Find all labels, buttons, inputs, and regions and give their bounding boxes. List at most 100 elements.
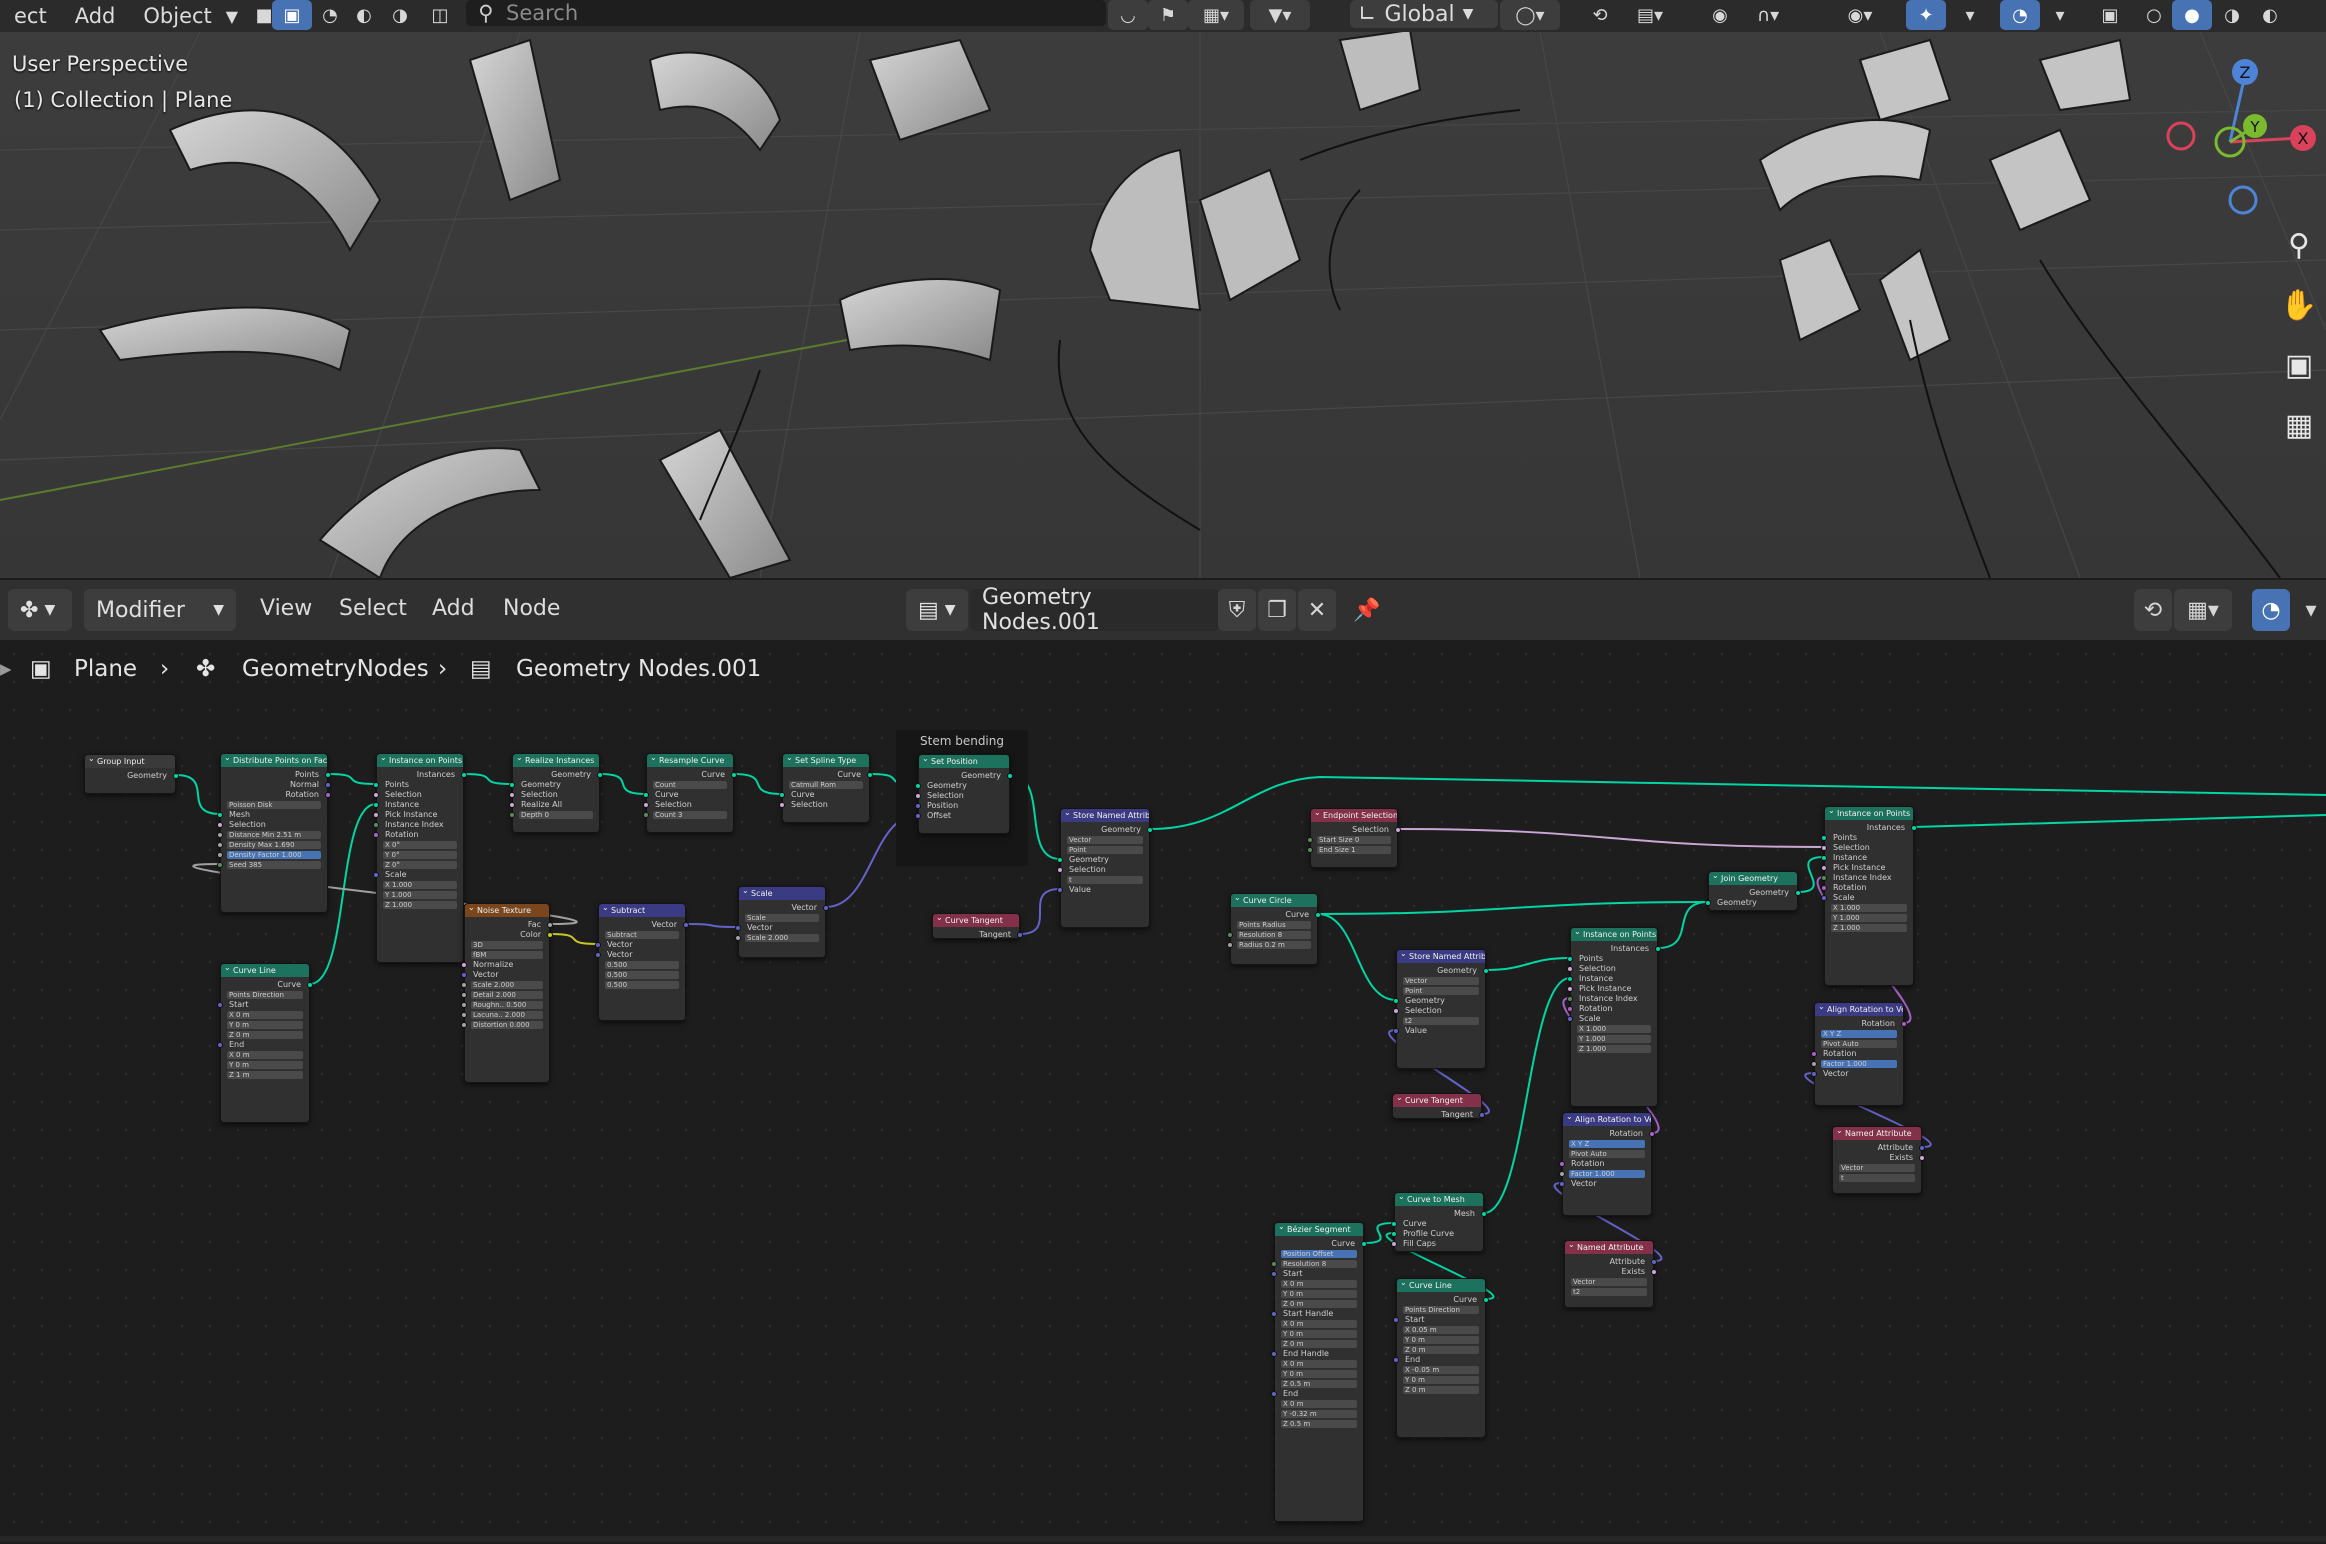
node-socket[interactable] bbox=[1393, 1008, 1399, 1014]
chevron-down-icon[interactable]: ▾ bbox=[2292, 589, 2326, 631]
node-socket[interactable] bbox=[325, 792, 331, 798]
node-link[interactable] bbox=[1019, 888, 1061, 935]
node-curve-to-mesh[interactable]: Curve to Mesh Mesh CurveProfile CurveFill … bbox=[1391, 1192, 1487, 1252]
node-socket[interactable] bbox=[1567, 996, 1573, 1002]
node-endpoint-sel[interactable]: Endpoint Selection Selection Start Size 0 E… bbox=[1307, 808, 1401, 868]
node-socket[interactable] bbox=[1649, 1131, 1655, 1137]
gizmo-toggle-icon[interactable]: ✦ bbox=[1906, 0, 1946, 30]
node-link[interactable] bbox=[1657, 901, 1709, 949]
node-socket[interactable] bbox=[373, 802, 379, 808]
visibility-icon[interactable]: ◉▾ bbox=[1830, 0, 1890, 30]
node-group-name-field[interactable]: Geometry Nodes.001 bbox=[970, 585, 1220, 635]
overlay-icon[interactable]: ◔ bbox=[2252, 589, 2290, 631]
node-set-position[interactable]: Set PositionGeometryGeometrySelectionPos… bbox=[915, 754, 1013, 834]
shield-icon[interactable]: ⛨ bbox=[1218, 589, 1256, 631]
node-realize[interactable]: Realize InstancesGeometryGeometrySelecti… bbox=[509, 753, 603, 833]
node-socket[interactable] bbox=[1567, 956, 1573, 962]
node-link[interactable] bbox=[1485, 957, 1571, 971]
node-link-to-group-output[interactable] bbox=[1913, 814, 2326, 828]
node-socket[interactable] bbox=[1651, 1259, 1657, 1265]
rendered-shading-icon[interactable]: ◐ bbox=[2250, 0, 2290, 30]
node-instance-pts-2[interactable]: Instance on Points Instances PointsSelecti… bbox=[1567, 927, 1661, 1107]
node-socket[interactable] bbox=[1017, 932, 1023, 938]
node-socket[interactable] bbox=[779, 792, 785, 798]
node-socket[interactable] bbox=[1821, 895, 1827, 901]
node-scale[interactable]: ScaleVectorScaleVectorScale 2.000 bbox=[735, 886, 829, 958]
node-socket[interactable] bbox=[1559, 1181, 1565, 1187]
node-noise[interactable]: Noise Texture FacColor 3D fBMNormalizeVecto… bbox=[461, 903, 553, 1083]
node-link[interactable] bbox=[733, 773, 783, 795]
node-resample[interactable]: Resample CurveCurveCountCurveSelectionCo… bbox=[643, 753, 737, 833]
falloff-icon[interactable]: ∩▾ bbox=[1740, 0, 1796, 30]
wireframe-shading-icon[interactable]: ○ bbox=[2134, 0, 2174, 30]
node-socket[interactable] bbox=[1391, 1221, 1397, 1227]
node-socket[interactable] bbox=[1057, 887, 1063, 893]
node-socket[interactable] bbox=[1393, 1357, 1399, 1363]
node-socket[interactable] bbox=[217, 862, 223, 868]
node-socket[interactable] bbox=[1821, 875, 1827, 881]
xray-icon[interactable]: ▣ bbox=[2090, 0, 2130, 30]
node-socket[interactable] bbox=[173, 773, 179, 779]
snap-target-icon[interactable]: ▤▾ bbox=[1620, 0, 1680, 30]
node-link[interactable] bbox=[1317, 901, 1709, 915]
node-socket[interactable] bbox=[373, 782, 379, 788]
node-socket[interactable] bbox=[461, 972, 467, 978]
menu-object[interactable]: Object bbox=[129, 0, 225, 32]
node-socket[interactable] bbox=[643, 812, 649, 818]
view-layout-icon[interactable]: ▦▾ bbox=[1188, 0, 1244, 30]
node-socket[interactable] bbox=[373, 792, 379, 798]
node-socket[interactable] bbox=[461, 1002, 467, 1008]
node-socket[interactable] bbox=[509, 802, 515, 808]
node-socket[interactable] bbox=[595, 942, 601, 948]
node-socket[interactable] bbox=[373, 872, 379, 878]
node-socket[interactable] bbox=[217, 842, 223, 848]
node-socket[interactable] bbox=[547, 922, 553, 928]
menu-node[interactable]: Node bbox=[503, 596, 560, 621]
node-socket[interactable] bbox=[1479, 1112, 1485, 1118]
node-socket[interactable] bbox=[597, 772, 603, 778]
node-socket[interactable] bbox=[1395, 827, 1401, 833]
node-canvas[interactable]: Stem bending Group Input Geometry Distribu… bbox=[0, 640, 2326, 1544]
overlay-icon[interactable]: ◔ bbox=[2000, 0, 2040, 30]
node-socket[interactable] bbox=[1919, 1155, 1925, 1161]
node-socket[interactable] bbox=[461, 772, 467, 778]
node-socket[interactable] bbox=[1271, 1261, 1277, 1267]
node-socket[interactable] bbox=[1811, 1061, 1817, 1067]
node-link[interactable] bbox=[685, 923, 739, 928]
search-field[interactable]: ⚲ Search bbox=[466, 0, 1106, 26]
node-socket[interactable] bbox=[1271, 1351, 1277, 1357]
node-socket[interactable] bbox=[1057, 857, 1063, 863]
node-socket[interactable] bbox=[373, 822, 379, 828]
node-link[interactable] bbox=[175, 774, 221, 815]
snap-icon[interactable]: ⟲ bbox=[2134, 589, 2172, 631]
node-socket[interactable] bbox=[1811, 1051, 1817, 1057]
node-socket[interactable] bbox=[1481, 1211, 1487, 1217]
node-socket[interactable] bbox=[217, 1042, 223, 1048]
node-socket[interactable] bbox=[1483, 1297, 1489, 1303]
menu-object-partial[interactable]: ect bbox=[0, 0, 61, 32]
node-socket[interactable] bbox=[1911, 825, 1917, 831]
node-socket[interactable] bbox=[1567, 966, 1573, 972]
node-store-named-1[interactable]: Store Named Attribute Geometry Vector Point… bbox=[1057, 808, 1153, 928]
node-align-rot-2[interactable]: Align Rotation to Ve... Rotation X Y Z Pivo… bbox=[1559, 1112, 1655, 1216]
node-spline-type[interactable]: Set Spline TypeCurveCatmull RomCurveSele… bbox=[779, 753, 873, 823]
snap-icon[interactable]: ⟲ bbox=[1580, 0, 1620, 30]
camera-icon[interactable]: ▣ bbox=[2276, 342, 2322, 388]
node-socket[interactable] bbox=[1559, 1171, 1565, 1177]
3d-viewport[interactable]: ect Add Object ▼ ■ ▣ ◔ ◐ ◑ ◫ ⚲ Search ◡ … bbox=[0, 0, 2326, 578]
node-socket[interactable] bbox=[1651, 1269, 1657, 1275]
node-socket[interactable] bbox=[1147, 827, 1153, 833]
node-socket[interactable] bbox=[217, 1002, 223, 1008]
filter-icon[interactable]: ▼▾ bbox=[1250, 0, 1310, 30]
node-socket[interactable] bbox=[325, 782, 331, 788]
node-socket[interactable] bbox=[1821, 865, 1827, 871]
node-socket[interactable] bbox=[1811, 1071, 1817, 1077]
close-icon[interactable]: ✕ bbox=[1298, 589, 1336, 631]
layers-icon[interactable]: ◫ bbox=[420, 0, 460, 30]
node-link[interactable] bbox=[463, 773, 513, 785]
node-socket[interactable] bbox=[509, 812, 515, 818]
node-socket[interactable] bbox=[217, 812, 223, 818]
node-distribute[interactable]: Distribute Points on Faces PointsNormalRo… bbox=[217, 753, 331, 913]
node-link[interactable] bbox=[327, 773, 377, 785]
node-subtract[interactable]: SubtractVectorSubtractVectorVector0.5000… bbox=[595, 903, 689, 1021]
